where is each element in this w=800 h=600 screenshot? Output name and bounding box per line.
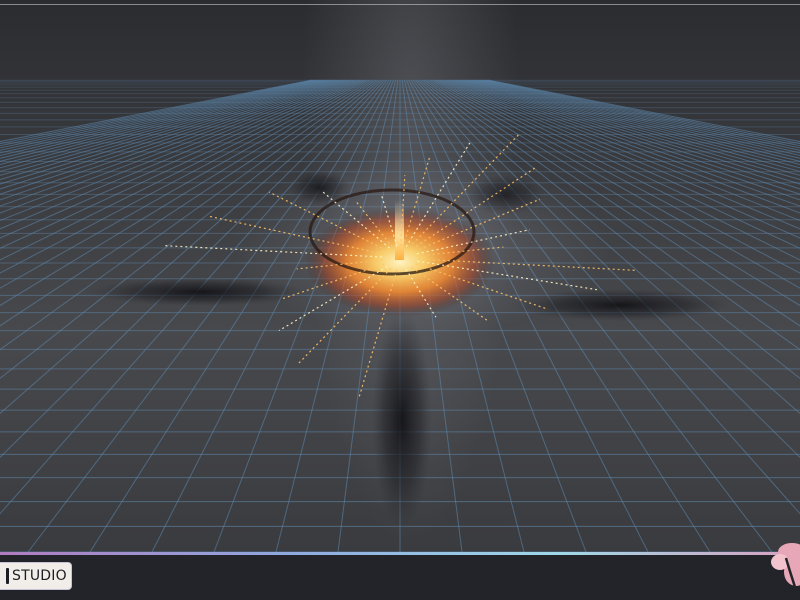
bottom-accent-line (0, 552, 800, 555)
soot-streak-down (372, 310, 432, 530)
effect-viewport[interactable] (0, 0, 800, 552)
studio-badge-mark (6, 568, 9, 584)
studio-badge[interactable]: STUDIO (0, 563, 71, 589)
bottom-bar (0, 552, 800, 600)
studio-badge-label: STUDIO (12, 568, 67, 584)
light-beam (395, 200, 404, 260)
explosion-effect (90, 134, 730, 530)
flower-logo-icon[interactable] (766, 532, 800, 600)
